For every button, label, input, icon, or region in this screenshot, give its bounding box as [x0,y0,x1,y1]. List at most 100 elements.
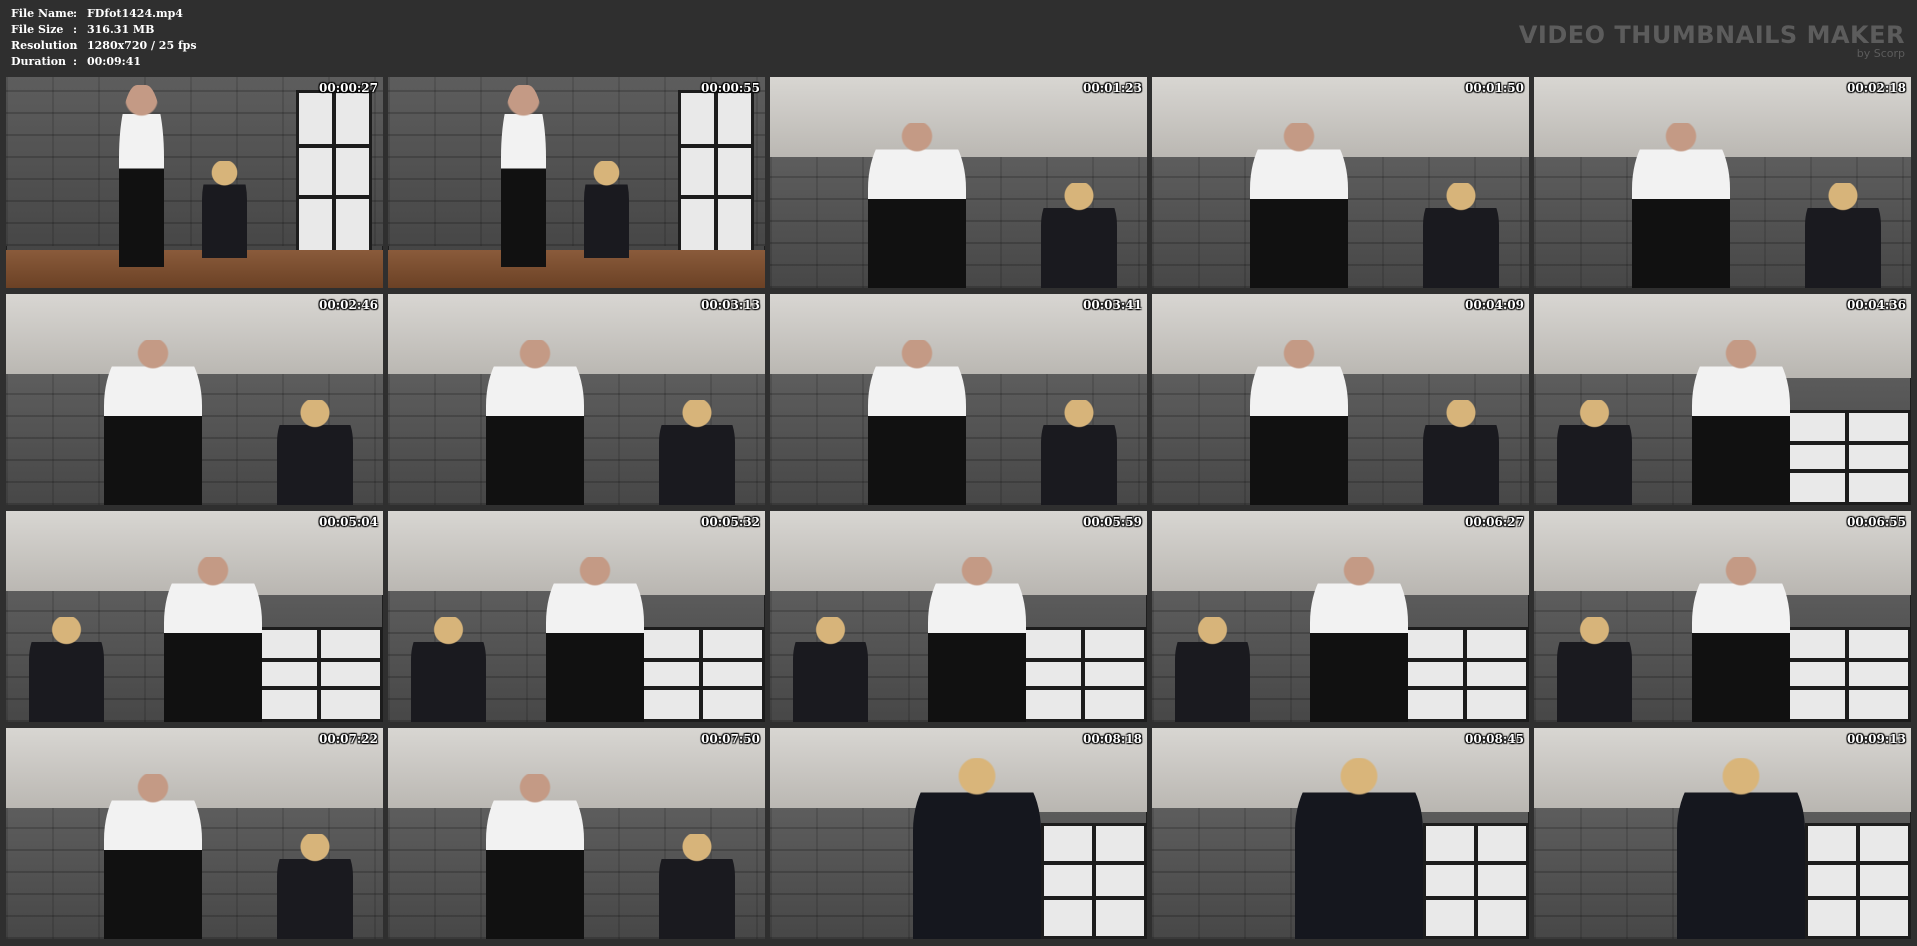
video-thumbnail: 00:06:27 [1152,511,1529,722]
brand-title: VIDEO THUMBNAILS MAKER [1518,21,1905,49]
timestamp-label: 00:01:50 [1465,81,1524,95]
meta-separator: : [73,23,78,36]
timestamp-label: 00:04:09 [1465,298,1524,312]
timestamp-label: 00:08:18 [1083,732,1142,746]
scene-figure-standing [1677,757,1806,939]
scene-window [1018,627,1147,722]
scene-figure-standing [1310,557,1409,722]
meta-separator: : [73,7,78,20]
scene-figure-standing [104,774,203,939]
scene-figure-standing [1632,123,1731,288]
video-thumbnail: 00:04:09 [1152,294,1529,505]
video-thumbnail: 00:08:18 [770,728,1147,939]
scene-figure-standing [164,557,263,722]
meta-value-duration: 00:09:41 [87,55,142,68]
scene-figure-standing [1250,123,1349,288]
meta-row-file-name: File Name : FDfot1424.mp4 [11,6,197,22]
meta-row-resolution: Resolution : 1280x720 / 25 fps [11,38,197,54]
video-thumbnail: 00:01:23 [770,77,1147,288]
timestamp-label: 00:08:45 [1465,732,1524,746]
scene-window [636,627,765,722]
scene-floor [388,250,765,288]
scene-figure-standing [1250,340,1349,505]
video-thumbnail: 00:00:27 [6,77,383,288]
scene-figure-standing [913,757,1042,939]
meta-row-duration: Duration : 00:09:41 [11,54,197,70]
video-thumbnail: 00:05:04 [6,511,383,722]
meta-value-resolution: 1280x720 / 25 fps [87,39,197,52]
video-thumbnail: 00:00:55 [388,77,765,288]
scene-figure-seated [1041,182,1117,288]
video-thumbnail: 00:09:13 [1534,728,1911,939]
timestamp-label: 00:03:41 [1083,298,1142,312]
meta-key: File Name [11,7,74,20]
scene-figure-seated [659,833,735,939]
timestamp-label: 00:04:36 [1847,298,1906,312]
timestamp-label: 00:06:55 [1847,515,1906,529]
scene-figure-seated [28,616,104,722]
scene-window [296,89,372,255]
video-thumbnail: 00:07:22 [6,728,383,939]
scene-figure-seated [277,399,353,505]
meta-value-file-size: 316.31 MB [87,23,155,36]
scene-figure-seated [1041,399,1117,505]
scene-figure-standing [104,340,203,505]
scene-figure-standing [1692,557,1791,722]
scene-figure-seated [410,616,486,722]
scene-window [678,89,754,255]
brand-subtitle: by Scorp [1856,47,1905,60]
meta-key: Resolution [11,39,78,52]
timestamp-label: 00:05:32 [701,515,760,529]
timestamp-label: 00:06:27 [1465,515,1524,529]
scene-figure-standing [928,557,1027,722]
timestamp-label: 00:07:22 [319,732,378,746]
scene-figure-seated [1556,399,1632,505]
scene-figure-seated [1174,616,1250,722]
header: File Name : FDfot1424.mp4 File Size : 31… [0,0,1917,76]
video-thumbnail: 00:01:50 [1152,77,1529,288]
video-thumbnail: 00:04:36 [1534,294,1911,505]
timestamp-label: 00:05:04 [319,515,378,529]
timestamp-label: 00:03:13 [701,298,760,312]
scene-figure-standing [486,340,585,505]
video-thumbnail: 00:03:41 [770,294,1147,505]
scene-window [1423,822,1529,939]
video-thumbnail: 00:05:59 [770,511,1147,722]
meta-key: Duration [11,55,67,68]
timestamp-label: 00:05:59 [1083,515,1142,529]
meta-key: File Size [11,23,64,36]
timestamp-label: 00:00:55 [701,81,760,95]
video-thumbnail: 00:03:13 [388,294,765,505]
scene-figure-standing [868,123,967,288]
scene-figure-standing [868,340,967,505]
meta-value-file-name: FDfot1424.mp4 [87,7,183,20]
scene-window [1805,822,1911,939]
scene-window [1782,627,1911,722]
scene-figure-seated [659,399,735,505]
file-metadata: File Name : FDfot1424.mp4 File Size : 31… [11,6,197,70]
scene-floor [6,250,383,288]
scene-figure-seated [277,833,353,939]
timestamp-label: 00:09:13 [1847,732,1906,746]
thumbnail-grid: 00:00:27 00:00:55 00:01:23 00:01:50 00:02:18… [6,77,1911,941]
scene-figure-seated [1423,182,1499,288]
video-thumbnail: 00:02:46 [6,294,383,505]
video-thumbnail: 00:06:55 [1534,511,1911,722]
scene-figure-standing [486,774,585,939]
scene-window [254,627,383,722]
scene-window [1400,627,1529,722]
scene-figure-standing [1295,757,1424,939]
meta-separator: : [73,55,78,68]
timestamp-label: 00:00:27 [319,81,378,95]
scene-figure-standing [119,85,165,267]
timestamp-label: 00:02:46 [319,298,378,312]
scene-figure-seated [202,161,248,259]
timestamp-label: 00:02:18 [1847,81,1906,95]
scene-window [1041,822,1147,939]
scene-figure-seated [792,616,868,722]
scene-figure-seated [584,161,630,259]
video-thumbnail: 00:05:32 [388,511,765,722]
video-thumbnail: 00:08:45 [1152,728,1529,939]
meta-row-file-size: File Size : 316.31 MB [11,22,197,38]
scene-figure-seated [1805,182,1881,288]
